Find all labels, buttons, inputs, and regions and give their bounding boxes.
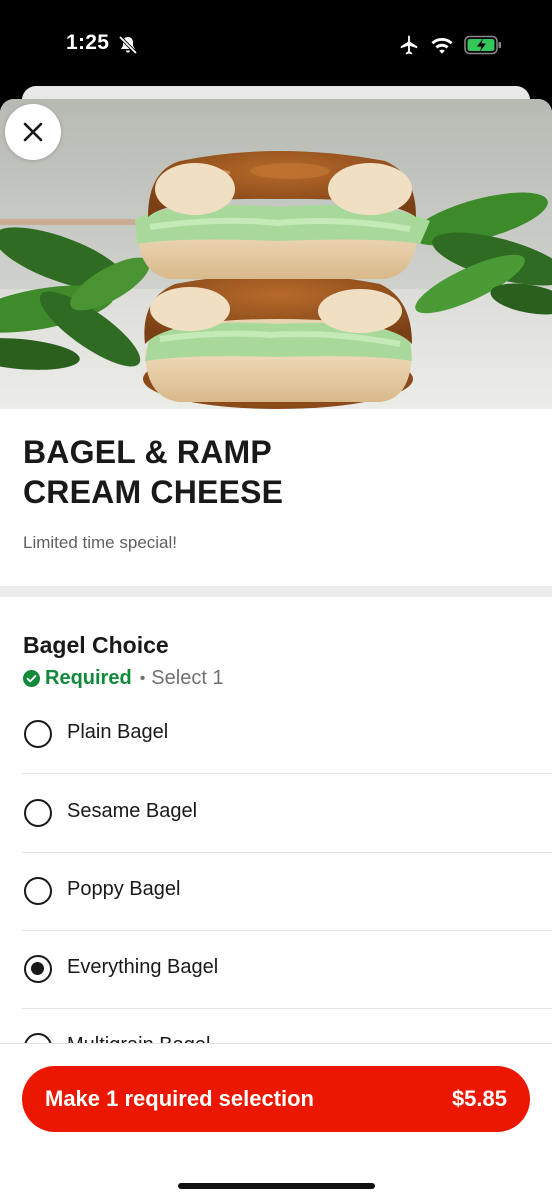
item-title: BAGEL & RAMP CREAM CHEESE — [23, 432, 523, 512]
bottom-action-bar: Make 1 required selection $5.85 — [0, 1043, 552, 1200]
item-hero-image — [0, 99, 552, 409]
requirement-row: Required • Select 1 — [23, 667, 224, 690]
option-sesame-bagel[interactable]: Sesame Bagel — [22, 775, 552, 853]
required-label: Required — [45, 667, 132, 689]
status-bar: 1:25 — [0, 0, 552, 86]
option-poppy-bagel[interactable]: Poppy Bagel — [22, 853, 552, 931]
item-description: Limited time special! — [23, 533, 178, 552]
battery-charging-icon — [464, 35, 501, 55]
airplane-icon — [400, 35, 418, 55]
home-indicator — [178, 1183, 375, 1189]
wifi-icon — [431, 38, 453, 54]
option-plain-bagel[interactable]: Plain Bagel — [22, 696, 552, 774]
item-detail-modal: BAGEL & RAMP CREAM CHEESE Limited time s… — [0, 99, 552, 1200]
bell-slash-icon — [118, 35, 138, 55]
item-title-line1: BAGEL & RAMP — [23, 434, 272, 470]
option-label: Everything Bagel — [67, 956, 219, 978]
separator-dot: • — [139, 669, 146, 687]
option-label: Plain Bagel — [67, 721, 169, 743]
close-button[interactable] — [5, 104, 61, 160]
status-time: 1:25 — [66, 31, 110, 54]
radio-button[interactable] — [24, 877, 52, 905]
item-title-line2: CREAM CHEESE — [23, 474, 284, 510]
option-label: Poppy Bagel — [67, 878, 181, 900]
cta-label: Make 1 required selection — [45, 1086, 314, 1111]
close-icon — [23, 122, 43, 142]
option-group-title: Bagel Choice — [23, 632, 169, 658]
radio-button[interactable] — [24, 799, 52, 827]
option-label: Sesame Bagel — [67, 800, 198, 822]
add-to-cart-button[interactable]: Make 1 required selection $5.85 — [22, 1066, 530, 1132]
option-everything-bagel[interactable]: Everything Bagel — [22, 931, 552, 1009]
cta-price: $5.85 — [451, 1086, 507, 1111]
radio-button[interactable] — [24, 720, 52, 748]
check-circle-icon — [23, 670, 40, 687]
select-hint: Select 1 — [151, 667, 224, 689]
radio-button-selected[interactable] — [24, 955, 52, 983]
section-divider — [0, 586, 552, 597]
